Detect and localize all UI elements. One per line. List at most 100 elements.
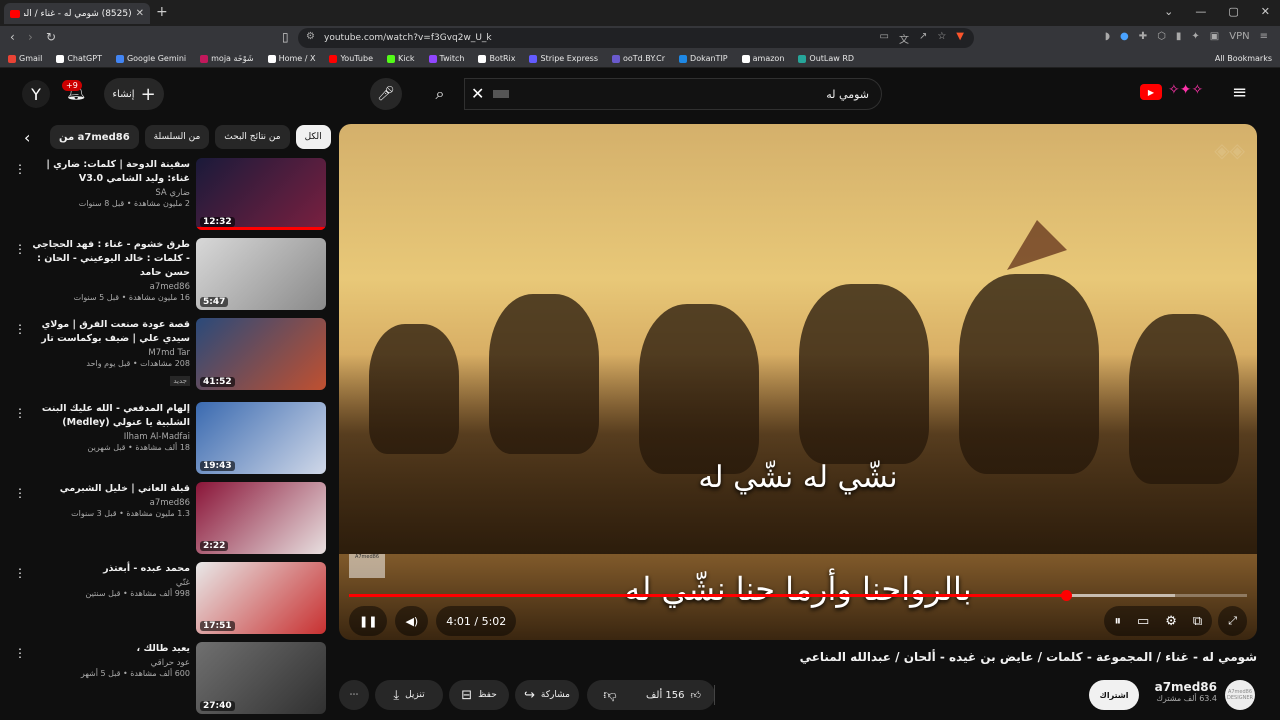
scrubber-handle[interactable] — [1061, 590, 1073, 601]
guide-menu-icon[interactable]: ≡ — [1232, 82, 1247, 103]
close-window-icon[interactable]: ✕ — [1261, 5, 1270, 18]
extension-icon[interactable]: ⬡ — [1157, 31, 1166, 42]
bookmark-item[interactable]: ooTd.BY.Cr — [612, 54, 665, 63]
channel-name[interactable]: a7med86 — [32, 282, 190, 292]
channel-name[interactable]: غنّي — [32, 578, 190, 588]
channel-info[interactable]: a7med86 63.4 ألف مشترك — [1147, 680, 1217, 703]
video-thumbnail[interactable]: 12:32 — [196, 158, 326, 230]
forward-icon[interactable]: › — [28, 30, 33, 44]
youtube-logo-icon[interactable]: ▶ — [1140, 84, 1162, 100]
video-thumbnail[interactable]: 2:22 — [196, 482, 326, 554]
more-options-icon[interactable]: ⋮ — [14, 162, 26, 176]
account-avatar[interactable]: Y — [22, 80, 50, 108]
more-actions-icon[interactable]: ⋯ — [339, 680, 369, 710]
site-info-icon[interactable]: ⚙ — [306, 31, 315, 42]
vpn-button[interactable]: VPN — [1229, 31, 1249, 42]
channel-branding-logo[interactable]: A7med86 — [349, 554, 385, 578]
captions-icon[interactable]: ▭ — [1137, 614, 1149, 629]
more-options-icon[interactable]: ⋮ — [14, 242, 26, 256]
video-thumbnail[interactable]: 41:52 — [196, 318, 326, 390]
progress-bar[interactable] — [349, 590, 1247, 601]
youtube-doodle[interactable]: ✧✦✧ — [1168, 82, 1203, 98]
video-title[interactable]: يعيد طالك ، — [32, 642, 190, 656]
video-title[interactable]: محمد عبده - أبعتذر — [32, 562, 190, 576]
bookmark-item[interactable]: BotRix — [478, 54, 515, 63]
like-button[interactable]: 👍︎ 156 ألف — [633, 685, 715, 705]
all-bookmarks-button[interactable]: All Bookmarks — [1215, 54, 1272, 63]
minimize-icon[interactable]: — — [1195, 5, 1206, 18]
list-item[interactable]: ⋮ إلهام المدفعي - الله عليك البنت الشلبي… — [10, 402, 328, 476]
list-item[interactable]: ⋮ يعيد طالك ، عود حراقي 600 ألف مشاهدة •… — [10, 642, 328, 716]
reload-icon[interactable]: ↻ — [46, 30, 56, 44]
chip-from-series[interactable]: من السلسلة — [144, 125, 210, 149]
volume-icon[interactable]: ◀) — [395, 606, 429, 636]
list-item[interactable]: ⋮ سفينة الدوحة | كلمات: ضاري | غناء: ولي… — [10, 158, 328, 232]
video-thumbnail[interactable]: 19:43 — [196, 402, 326, 474]
bookmark-item[interactable]: YouTube — [329, 54, 373, 63]
wallet-icon[interactable]: ▣ — [1210, 31, 1219, 42]
video-title[interactable]: طرق خشوم - غناء : فهد الحجاجي - كلمات : … — [32, 238, 190, 280]
save-button[interactable]: ⊟ حفظ — [449, 680, 509, 710]
chip-all[interactable]: الكل — [295, 125, 331, 149]
search-icon[interactable]: ⌕ — [420, 78, 460, 110]
download-button[interactable]: ⤓ تنزيل — [375, 680, 443, 710]
back-icon[interactable]: ‹ — [10, 30, 15, 44]
browser-tab[interactable]: (8525) شومي له - غناء / المـ ✕ — [4, 3, 150, 24]
more-options-icon[interactable]: ⋮ — [14, 566, 26, 580]
channel-name[interactable]: ضاري SA — [32, 188, 190, 198]
more-options-icon[interactable]: ⋮ — [14, 646, 26, 660]
extensions-puzzle-icon[interactable]: ✚ — [1139, 31, 1147, 42]
video-title[interactable]: قصة عودة صنعت الفرق | مولاي سيدي علي | ض… — [32, 318, 190, 346]
video-title[interactable]: إلهام المدفعي - الله عليك البنت الشلبية … — [32, 402, 190, 430]
extension-icon[interactable]: ● — [1120, 31, 1129, 42]
chip-from-channel[interactable]: من a7med86 — [50, 125, 139, 149]
list-item[interactable]: ⋮ طرق خشوم - غناء : فهد الحجاجي - كلمات … — [10, 238, 328, 312]
more-options-icon[interactable]: ⋮ — [14, 406, 26, 420]
voice-search-icon[interactable]: 🎤︎ — [370, 78, 402, 110]
new-tab-icon[interactable]: + — [156, 4, 168, 20]
share-icon[interactable]: ↗ — [919, 31, 927, 46]
more-options-icon[interactable]: ⋮ — [14, 486, 26, 500]
cast-icon[interactable]: ▭ — [879, 31, 888, 46]
bookmark-item[interactable]: Home / X — [267, 54, 315, 63]
tab-search-icon[interactable]: ⌄ — [1164, 5, 1173, 18]
list-item[interactable]: ⋮ قبلة العاني | خليل الشبرمي a7med86 1.3… — [10, 482, 328, 556]
list-item[interactable]: ⋮ قصة عودة صنعت الفرق | مولاي سيدي علي |… — [10, 318, 328, 392]
video-thumbnail[interactable]: 5:47 — [196, 238, 326, 310]
bookmark-item[interactable]: Google Gemini — [115, 54, 186, 63]
share-button[interactable]: ↪ مشاركة — [515, 680, 579, 710]
settings-gear-icon[interactable]: ⚙ — [1165, 614, 1177, 629]
channel-name[interactable]: Ilham Al-Madfai — [32, 432, 190, 442]
extension-icon[interactable]: ◗ — [1105, 31, 1110, 42]
maximize-icon[interactable]: ▢ — [1228, 5, 1238, 18]
video-thumbnail[interactable]: 17:51 — [196, 562, 326, 634]
bookmark-item[interactable]: OutLaw RD — [798, 54, 854, 63]
chip-from-results[interactable]: من نتائج البحث — [215, 125, 290, 149]
channel-avatar[interactable]: A7med86 DESIGNER — [1225, 680, 1255, 710]
list-item[interactable]: ⋮ محمد عبده - أبعتذر غنّي 998 ألف مشاهدة… — [10, 562, 328, 636]
bookmark-item[interactable]: ChatGPT — [56, 54, 102, 63]
more-options-icon[interactable]: ⋮ — [14, 322, 26, 336]
close-tab-icon[interactable]: ✕ — [136, 8, 144, 19]
pause-icon[interactable]: ❚❚ — [349, 606, 388, 636]
bookmark-item[interactable]: Kick — [387, 54, 415, 63]
translate-icon[interactable]: 文 — [899, 31, 909, 46]
video-player[interactable]: ◈◈ نشّي له نشّي له بالرواحنا وأرما حنا ن… — [339, 124, 1257, 640]
channel-name[interactable]: a7med86 — [32, 498, 190, 508]
video-thumbnail[interactable]: 27:40 — [196, 642, 326, 714]
url-field[interactable]: ⚙ youtube.com/watch?v=f3Gvq2w_U_k ▭ 文 ↗ … — [298, 28, 974, 48]
video-title[interactable]: قبلة العاني | خليل الشبرمي — [32, 482, 190, 496]
video-title[interactable]: سفينة الدوحة | كلمات: ضاري | غناء: وليد … — [32, 158, 190, 186]
sidebar-icon[interactable]: ▮ — [1176, 31, 1182, 42]
chips-previous-icon[interactable]: ‹ — [24, 128, 44, 147]
menu-icon[interactable]: ≡ — [1260, 31, 1268, 42]
bookmark-item[interactable]: amazon — [741, 54, 784, 63]
subscribe-button[interactable]: اشتراك — [1089, 680, 1139, 710]
bookmark-item[interactable]: Twitch — [428, 54, 464, 63]
brave-shield-icon[interactable]: ▼ — [956, 31, 964, 46]
bookmark-item[interactable]: Gmail — [8, 54, 42, 63]
bookmark-item[interactable]: DokanTIP — [679, 54, 728, 63]
autoplay-toggle-icon[interactable]: ⏸︎ — [1114, 614, 1121, 629]
bookmark-page-icon[interactable]: ▯ — [282, 30, 289, 44]
channel-name[interactable]: عود حراقي — [32, 658, 190, 668]
